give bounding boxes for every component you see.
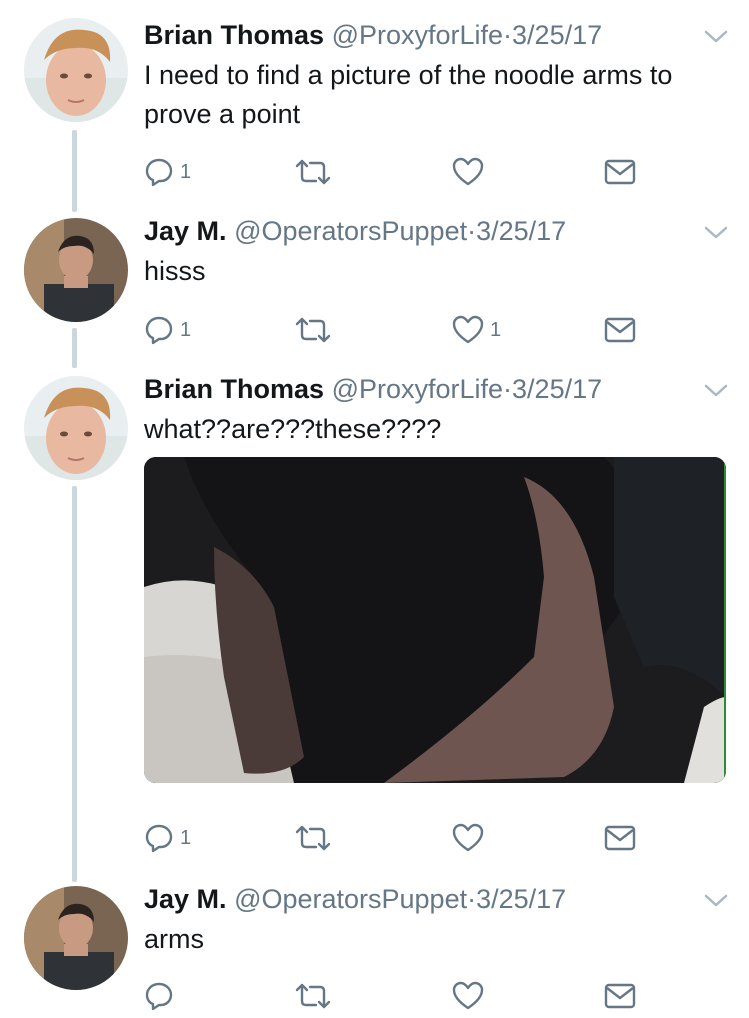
display-name[interactable]: Brian Thomas <box>144 374 324 404</box>
tweet-header: Jay M. @OperatorsPuppet·3/25/17 <box>144 214 566 248</box>
reply-count: 1 <box>180 826 192 849</box>
separator-dot: · <box>467 884 477 914</box>
reply-button[interactable]: 1 <box>144 312 191 348</box>
chevron-down-icon[interactable] <box>702 26 730 46</box>
direct-message-button[interactable] <box>604 820 636 856</box>
like-count: 1 <box>490 318 502 341</box>
reply-icon <box>145 824 173 853</box>
chevron-down-icon[interactable] <box>702 890 730 910</box>
retweet-icon <box>295 159 331 185</box>
retweet-button[interactable] <box>294 312 332 348</box>
tweet[interactable]: Jay M. @OperatorsPuppet·3/25/17 hisss 1 … <box>0 214 749 364</box>
tweet-date[interactable]: 3/25/17 <box>476 884 566 914</box>
tweet-text: arms <box>144 924 204 954</box>
separator-dot: · <box>503 374 513 404</box>
display-name[interactable]: Jay M. <box>144 216 227 246</box>
chevron-down-icon[interactable] <box>702 222 730 242</box>
action-bar: 1 <box>144 154 644 194</box>
direct-message-icon <box>604 159 636 185</box>
user-handle[interactable]: @ProxyforLife <box>332 374 503 404</box>
direct-message-icon <box>604 317 636 343</box>
retweet-button[interactable] <box>294 978 332 1014</box>
reply-count: 1 <box>180 318 192 341</box>
like-button[interactable]: 1 <box>452 312 501 348</box>
tweet-header: Brian Thomas @ProxyforLife·3/25/17 <box>144 18 602 52</box>
user-handle[interactable]: @OperatorsPuppet <box>234 884 467 914</box>
avatar[interactable] <box>24 886 128 990</box>
heart-icon <box>452 981 484 1010</box>
retweet-button[interactable] <box>294 820 332 856</box>
tweet-header: Jay M. @OperatorsPuppet·3/25/17 <box>144 882 566 916</box>
reply-icon <box>145 316 173 345</box>
action-bar: 1 <box>144 820 644 860</box>
avatar[interactable] <box>24 218 128 322</box>
like-button[interactable] <box>452 154 484 190</box>
tweet-date[interactable]: 3/25/17 <box>512 20 602 50</box>
reply-button[interactable] <box>144 978 174 1014</box>
tweet-media-image[interactable] <box>144 457 726 783</box>
direct-message-button[interactable] <box>604 312 636 348</box>
reply-button[interactable]: 1 <box>144 154 191 190</box>
reply-button[interactable]: 1 <box>144 820 191 856</box>
tweet-text: what??are???these???? <box>144 414 442 444</box>
like-button[interactable] <box>452 978 484 1014</box>
direct-message-icon <box>604 983 636 1009</box>
tweet-text: hisss <box>144 256 206 286</box>
retweet-button[interactable] <box>294 154 332 190</box>
user-handle[interactable]: @OperatorsPuppet <box>234 216 467 246</box>
direct-message-button[interactable] <box>604 154 636 190</box>
chevron-down-icon[interactable] <box>702 380 730 400</box>
reply-count: 1 <box>180 160 192 183</box>
display-name[interactable]: Brian Thomas <box>144 20 324 50</box>
direct-message-button[interactable] <box>604 978 636 1014</box>
direct-message-icon <box>604 825 636 851</box>
heart-icon <box>452 823 484 852</box>
display-name[interactable]: Jay M. <box>144 884 227 914</box>
tweet[interactable]: Brian Thomas @ProxyforLife·3/25/17 what?… <box>0 372 749 872</box>
tweet[interactable]: Brian Thomas @ProxyforLife·3/25/17 I nee… <box>0 18 749 198</box>
tweet-date[interactable]: 3/25/17 <box>476 216 566 246</box>
tweet-text: I need to find a picture of the noodle a… <box>144 60 673 129</box>
tweet[interactable]: Jay M. @OperatorsPuppet·3/25/17 arms <box>0 882 749 1011</box>
action-bar: 1 1 <box>144 312 644 352</box>
separator-dot: · <box>503 20 513 50</box>
heart-icon <box>452 315 484 344</box>
avatar[interactable] <box>24 18 128 122</box>
retweet-icon <box>295 317 331 343</box>
action-bar <box>144 978 644 1018</box>
retweet-icon <box>295 825 331 851</box>
avatar[interactable] <box>24 376 128 480</box>
tweet-date[interactable]: 3/25/17 <box>512 374 602 404</box>
retweet-icon <box>295 983 331 1009</box>
like-button[interactable] <box>452 820 484 856</box>
heart-icon <box>452 157 484 186</box>
reply-icon <box>145 158 173 187</box>
tweet-header: Brian Thomas @ProxyforLife·3/25/17 <box>144 372 602 406</box>
separator-dot: · <box>467 216 477 246</box>
reply-icon <box>145 982 173 1011</box>
user-handle[interactable]: @ProxyforLife <box>332 20 503 50</box>
